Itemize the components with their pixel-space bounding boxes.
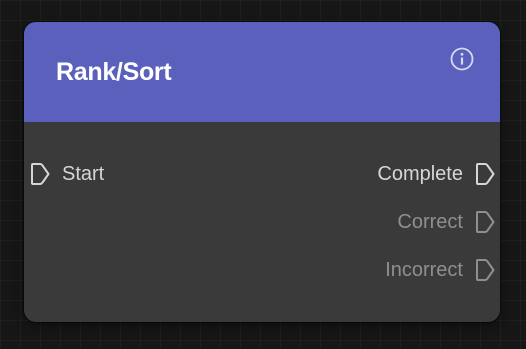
output-port-complete[interactable]: Complete	[377, 159, 497, 189]
node-header[interactable]: Rank/Sort	[24, 22, 500, 122]
output-port-label: Complete	[377, 162, 463, 185]
input-port-start[interactable]: Start	[30, 159, 104, 189]
output-port-correct[interactable]: Correct	[397, 207, 497, 237]
port-connector-icon[interactable]	[475, 159, 497, 189]
port-connector-icon[interactable]	[30, 159, 52, 189]
port-connector-icon[interactable]	[475, 207, 497, 237]
info-circle-icon[interactable]	[449, 46, 475, 72]
output-port-incorrect[interactable]: Incorrect	[385, 255, 497, 285]
output-port-label: Incorrect	[385, 258, 463, 281]
rank-sort-node[interactable]: Rank/Sort Start Complete Correct Incorre…	[24, 22, 500, 322]
node-body: Start Complete Correct Incorrect	[24, 122, 500, 322]
output-port-label: Correct	[397, 210, 463, 233]
port-connector-icon[interactable]	[475, 255, 497, 285]
input-port-label: Start	[62, 162, 105, 185]
node-title: Rank/Sort	[56, 58, 172, 86]
